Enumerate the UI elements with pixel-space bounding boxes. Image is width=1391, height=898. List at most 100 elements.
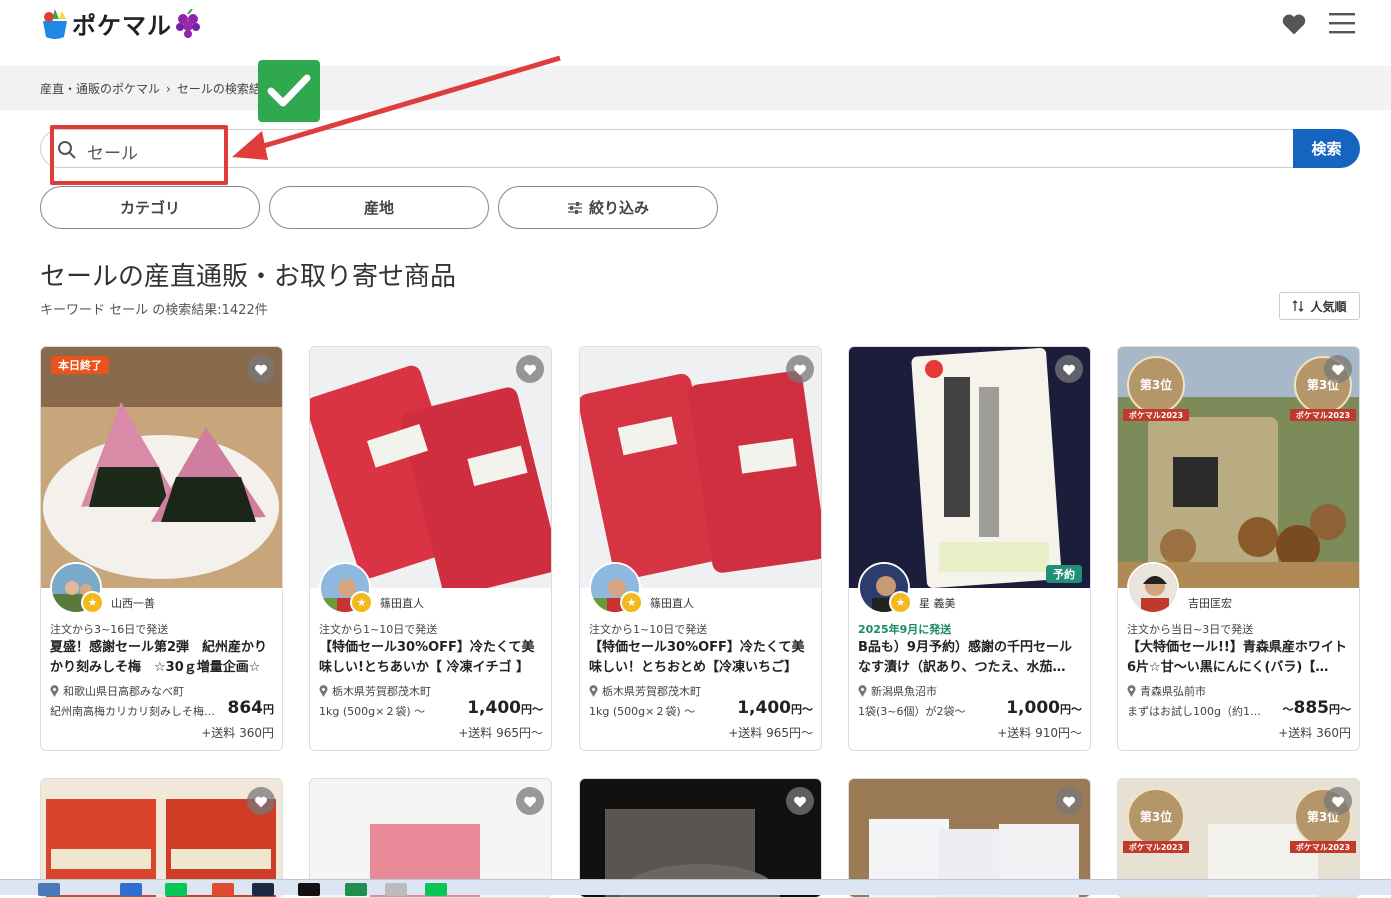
hamburger-menu-icon[interactable] <box>1328 11 1356 35</box>
product-origin: 栃木県芳賀郡茂木町 <box>319 683 431 699</box>
seller-avatar[interactable] <box>1127 562 1179 614</box>
taskbar-app-icon[interactable] <box>252 883 274 896</box>
favorite-button[interactable] <box>786 787 814 815</box>
favorite-button[interactable] <box>516 355 544 383</box>
taskbar-app-icon[interactable] <box>345 883 367 896</box>
favorite-button[interactable] <box>516 787 544 815</box>
shipping-time: 注文から1~10日で発送 <box>319 623 438 636</box>
logo-text: ポケマル <box>72 12 172 40</box>
price-unit: 円～ <box>1329 703 1351 716</box>
favorites-heart-icon[interactable] <box>1280 10 1308 38</box>
product-card[interactable]: 第3位 ポケマル2023 第3位 ポケマル2023 吉田匡宏 注文から当日~3日… <box>1117 346 1360 751</box>
search-input[interactable]: セール <box>40 129 1302 168</box>
price-unit: 円～ <box>521 703 543 716</box>
taskbar-app-icon[interactable] <box>120 883 142 896</box>
location-pin-icon <box>589 685 598 697</box>
product-card[interactable]: 本日終了 ★ 山西一善 注文から3~16日で発送 夏盛！感謝セール第2弾 紀州産… <box>40 346 283 751</box>
star-icon: ★ <box>620 591 643 614</box>
rank-brand-text: ポケマル2023 <box>1296 410 1350 420</box>
product-image[interactable] <box>310 347 551 588</box>
origin-label: 栃木県芳賀郡茂木町 <box>602 685 701 698</box>
product-card[interactable]: ★ 篠田直人 注文から1~10日で発送 【特価セール30%OFF】冷たくて美味し… <box>309 346 552 751</box>
taskbar-app-icon[interactable] <box>298 883 320 896</box>
product-image[interactable]: 予約 <box>849 347 1090 588</box>
taskbar-app-icon[interactable] <box>212 883 234 896</box>
favorite-button[interactable] <box>1324 787 1352 815</box>
price-prefix: ～ <box>1282 703 1294 716</box>
product-title[interactable]: 【特価セール30%OFF】冷たくて美味しい！とちおとめ【冷凍いちご】 <box>589 638 817 678</box>
ranking-badge-icon: 第3位 ポケマル2023 <box>1123 788 1189 853</box>
favorite-button[interactable] <box>1055 787 1083 815</box>
product-title[interactable]: 【大特価セール!!】青森県産ホワイト6片☆甘～い黒にんにく(バラ)【… <box>1127 638 1355 678</box>
page-title: セールの産直通販・お取り寄せ商品 <box>40 262 457 292</box>
favorite-button[interactable] <box>1324 355 1352 383</box>
preorder-badge: 予約 <box>1046 565 1082 583</box>
heart-icon <box>794 364 806 375</box>
product-image[interactable] <box>580 347 821 588</box>
seller-name[interactable]: 篠田直人 <box>650 595 694 611</box>
favorite-button[interactable] <box>247 787 275 815</box>
product-price: 1,400円～ <box>737 698 813 718</box>
os-taskbar <box>0 879 1391 896</box>
strawberry-photo <box>580 347 821 588</box>
price-value: 1,400 <box>737 698 791 718</box>
price-value: 864 <box>227 698 264 718</box>
location-pin-icon <box>319 685 328 697</box>
product-title[interactable]: 夏盛！感謝セール第2弾 紀州産かりかり刻みしそ梅 ☆30ｇ増量企画☆ <box>50 638 278 678</box>
origin-label: 栃木県芳賀郡茂木町 <box>332 685 431 698</box>
category-filter-button[interactable]: カテゴリ <box>40 186 260 229</box>
heart-icon <box>1063 796 1075 807</box>
taskbar-app-icon[interactable] <box>165 883 187 896</box>
taskbar-app-icon[interactable] <box>38 883 60 896</box>
refine-filter-button[interactable]: 絞り込み <box>498 186 718 229</box>
location-pin-icon <box>1127 685 1136 697</box>
location-pin-icon <box>858 685 867 697</box>
sort-arrows-icon <box>1293 300 1304 312</box>
heart-icon <box>1332 364 1344 375</box>
category-filter-label: カテゴリ <box>119 199 180 217</box>
site-logo[interactable]: ポケマル <box>40 6 202 41</box>
taskbar-app-icon[interactable] <box>385 883 407 896</box>
price-value: 1,000 <box>1006 698 1060 718</box>
seller-name[interactable]: 山西一善 <box>111 595 155 611</box>
search-bar: セール 検索 <box>40 129 1360 169</box>
seller-name[interactable]: 篠田直人 <box>380 595 424 611</box>
shipping-time: 注文から1~10日で発送 <box>589 623 708 636</box>
product-spec: 紀州南高梅カリカリ刻みしそ梅… <box>50 705 215 718</box>
product-card[interactable]: ★ 篠田直人 注文から1~10日で発送 【特価セール30%OFF】冷たくて美味し… <box>579 346 822 751</box>
seller-name[interactable]: 星 義美 <box>919 595 956 611</box>
product-title[interactable]: B品も）9月予約）感謝の千円セール なす漬け（訳あり、つたえ、水茄… <box>858 638 1086 678</box>
product-spec: 1kg (500g×２袋) ～ <box>589 705 696 718</box>
origin-label: 和歌山県日高郡みなべ町 <box>63 685 184 698</box>
heart-icon <box>255 796 267 807</box>
search-button[interactable]: 検索 <box>1293 129 1360 168</box>
product-card[interactable]: 予約 ★ 星 義美 2025年9月に発送 B品も）9月予約）感謝の千円セール な… <box>848 346 1091 751</box>
heart-icon <box>794 796 806 807</box>
sliders-icon <box>567 201 582 214</box>
favorite-button[interactable] <box>247 355 275 383</box>
location-pin-icon <box>50 685 59 697</box>
breadcrumb-separator: › <box>166 81 171 96</box>
heart-icon <box>524 796 536 807</box>
favorite-button[interactable] <box>1055 355 1083 383</box>
ranking-badge-icon: 第3位 ポケマル2023 <box>1123 356 1189 421</box>
seller-name[interactable]: 吉田匡宏 <box>1188 595 1232 611</box>
product-price: 1,400円～ <box>467 698 543 718</box>
sort-button[interactable]: 人気順 <box>1279 292 1360 320</box>
product-image[interactable]: 本日終了 <box>41 347 282 588</box>
origin-label: 新潟県魚沼市 <box>871 685 937 698</box>
shipping-fee: +送料 965円～ <box>728 726 813 740</box>
product-price: ～885円～ <box>1283 698 1352 718</box>
product-title[interactable]: 【特価セール30%OFF】冷たくて美味しい!とちあいか【 冷凍イチゴ 】 <box>319 638 547 678</box>
favorite-button[interactable] <box>786 355 814 383</box>
product-image[interactable]: 第3位 ポケマル2023 第3位 ポケマル2023 <box>1118 347 1359 588</box>
breadcrumb-home-link[interactable]: 産直・通販のポケマル <box>40 80 160 97</box>
green-check-annotation <box>258 60 320 122</box>
taskbar-app-icon[interactable] <box>425 883 447 896</box>
product-origin: 新潟県魚沼市 <box>858 683 937 699</box>
price-value: 885 <box>1293 698 1330 718</box>
origin-filter-button[interactable]: 産地 <box>269 186 489 229</box>
shipping-time: 注文から当日~3日で発送 <box>1127 623 1254 636</box>
refine-filter-label: 絞り込み <box>588 199 649 217</box>
nasu-pickle-photo <box>849 347 1090 588</box>
